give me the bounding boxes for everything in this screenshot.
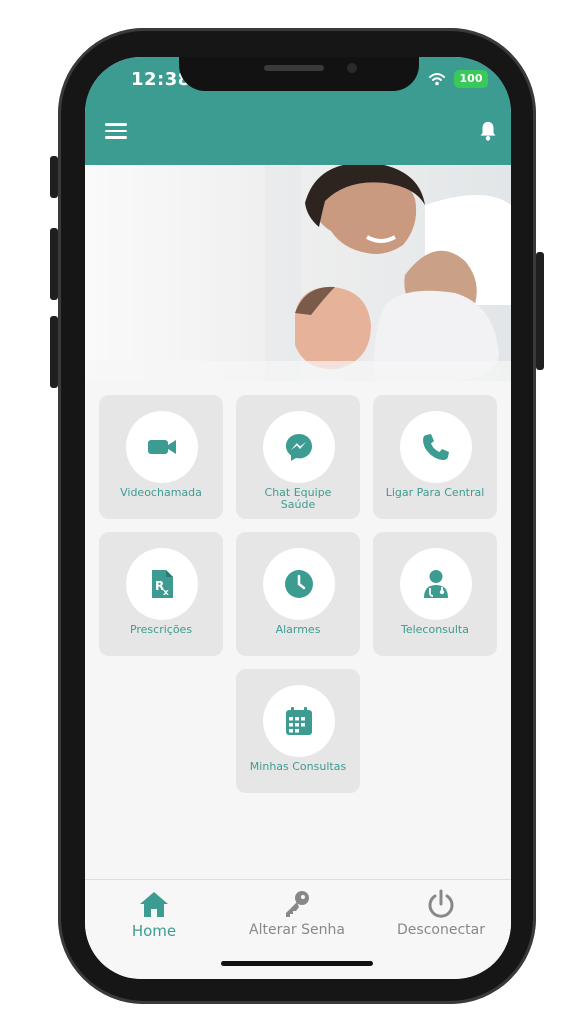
tile-icon-circle [400,411,472,483]
tile-label: Videochamada [120,486,202,499]
tile-prescricoes[interactable]: R x Prescrições [99,532,223,656]
phone-notch [179,57,419,91]
hero-banner-image [85,165,511,381]
speaker-grill [264,65,324,71]
tile-label: Chat Equipe Saúde [264,486,332,511]
tile-chat-equipe-saude[interactable]: Chat Equipe Saúde [236,395,360,519]
phone-power-button [536,252,544,370]
nav-desconectar[interactable]: Desconectar [376,888,506,948]
bell-icon[interactable] [477,119,499,143]
battery-indicator: 100 [454,70,488,88]
calendar-icon [286,707,312,735]
nav-label: Desconectar [397,922,485,938]
phone-silent-switch [50,156,58,198]
app-screen: 12:38 100 Videochamada Chat Equipe Saúde… [85,57,511,979]
tile-icon-circle [263,685,335,757]
messenger-chat-icon [286,434,312,461]
nav-alterar-senha[interactable]: Alterar Senha [232,888,362,948]
tile-ligar-para-central[interactable]: Ligar Para Central [373,395,497,519]
front-camera [347,63,357,73]
tile-teleconsulta[interactable]: Teleconsulta [373,532,497,656]
video-camera-icon [148,440,176,454]
phone-volume-down-button [50,316,58,388]
key-icon [286,891,309,917]
prescription-icon: R x [152,570,173,598]
phone-icon [423,434,449,460]
app-header: 12:38 100 [85,57,511,165]
tile-icon-circle [263,411,335,483]
home-icon [140,892,168,917]
services-grid: Videochamada Chat Equipe Saúde Ligar Par… [85,381,511,881]
svg-text:x: x [163,588,169,598]
tile-label: Teleconsulta [400,623,469,636]
tile-videochamada[interactable]: Videochamada [99,395,223,519]
nav-label: Alterar Senha [249,922,345,938]
tile-minhas-consultas[interactable]: Minhas Consultas [236,669,360,793]
tile-label: Ligar Para Central [385,486,485,499]
tile-label: Alarmes [275,623,321,636]
tile-icon-circle: R x [126,548,198,620]
mother-and-baby-photo [85,165,511,381]
tile-icon-circle [126,411,198,483]
tile-label: Minhas Consultas [249,760,347,773]
wifi-icon [429,73,445,86]
tile-label: Prescrições [129,623,193,636]
power-icon [428,889,454,918]
tile-icon-circle [263,548,335,620]
nav-home[interactable]: Home [89,888,219,948]
phone-volume-up-button [50,228,58,300]
nav-label: Home [131,922,177,940]
tile-icon-circle [400,548,472,620]
home-indicator [221,961,373,966]
hamburger-menu-icon[interactable] [105,123,127,139]
doctor-icon [424,570,448,598]
tile-alarmes[interactable]: Alarmes [236,532,360,656]
clock-icon [285,570,313,598]
